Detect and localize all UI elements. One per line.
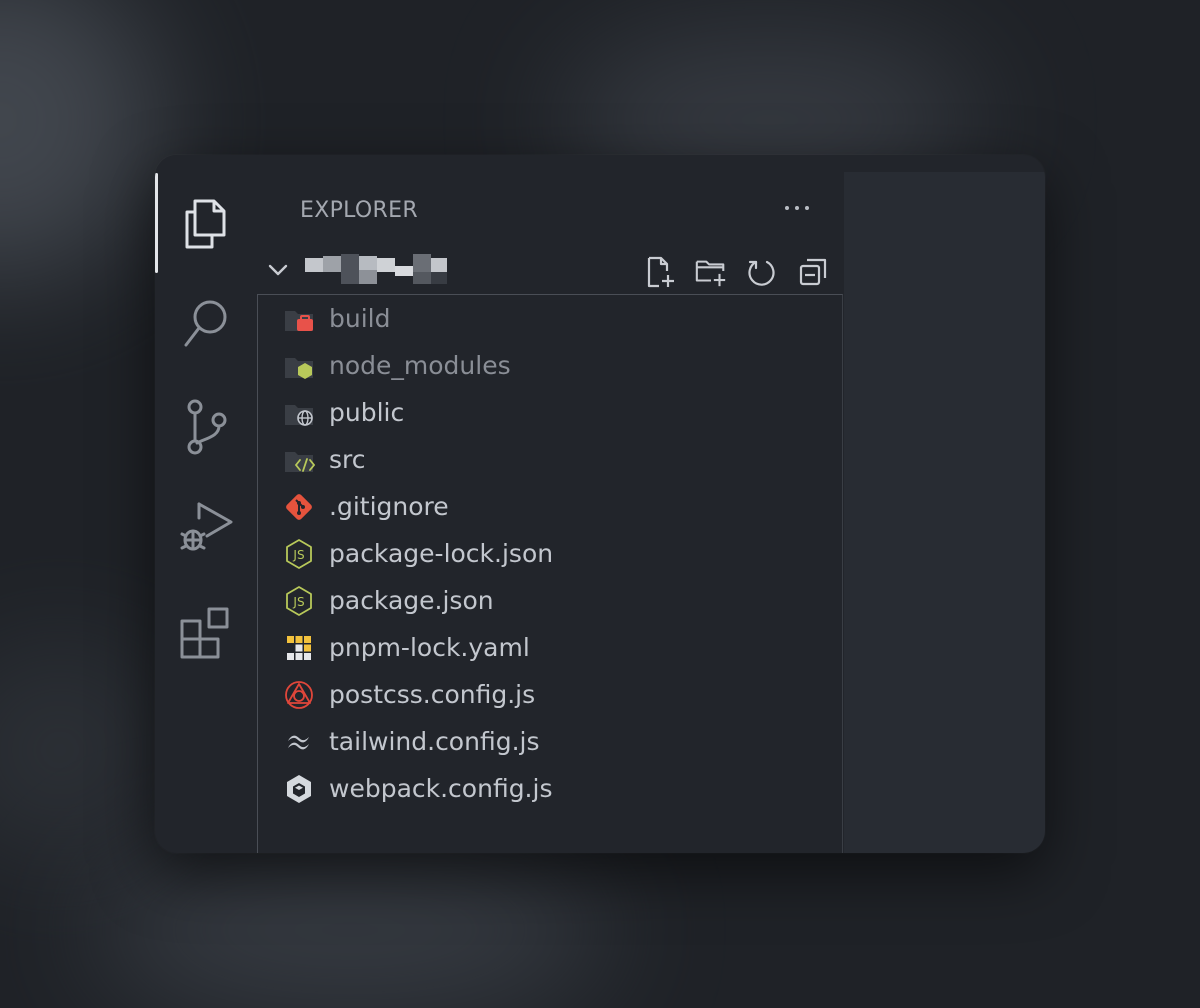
tree-item-webpack-config[interactable]: webpack.config.js xyxy=(258,765,842,812)
activity-search[interactable] xyxy=(155,273,257,373)
tree-item-label: tailwind.config.js xyxy=(329,727,540,756)
collapse-all-icon xyxy=(799,258,827,286)
folder-build-icon xyxy=(283,303,315,335)
tree-item-label: pnpm-lock.yaml xyxy=(329,633,530,662)
tree-item-package-json[interactable]: JS package.json xyxy=(258,577,842,624)
postcss-icon xyxy=(283,679,315,711)
svg-text:JS: JS xyxy=(292,548,304,562)
tree-item-label: .gitignore xyxy=(329,492,449,521)
file-tree: build node_modules public src .gitignore… xyxy=(257,294,843,853)
chevron-down-icon xyxy=(268,264,288,276)
folder-node-icon xyxy=(283,350,315,382)
tree-item-label: build xyxy=(329,304,391,333)
explorer-window: EXPLORER build node_modules public src .… xyxy=(155,155,1045,853)
source-control-icon xyxy=(187,399,227,455)
activity-extensions[interactable] xyxy=(155,583,257,683)
new-folder-icon xyxy=(695,260,726,287)
tree-item-label: src xyxy=(329,445,366,474)
new-folder-button[interactable] xyxy=(694,255,728,289)
tree-item-label: webpack.config.js xyxy=(329,774,553,803)
tailwind-icon xyxy=(283,726,315,758)
tree-item-pnpm-lock-yaml[interactable]: pnpm-lock.yaml xyxy=(258,624,842,671)
tree-item-gitignore[interactable]: .gitignore xyxy=(258,483,842,530)
extensions-icon xyxy=(180,607,229,659)
activity-run-debug[interactable] xyxy=(155,477,257,577)
folder-src-icon xyxy=(283,444,315,476)
tree-item-label: public xyxy=(329,398,405,427)
tree-item-label: package-lock.json xyxy=(329,539,554,568)
more-actions-button[interactable] xyxy=(777,195,817,221)
tree-item-public[interactable]: public xyxy=(258,389,842,436)
ellipsis-icon xyxy=(785,206,789,210)
new-file-button[interactable] xyxy=(643,255,677,289)
workspace-root-row[interactable] xyxy=(257,250,844,292)
refresh-icon xyxy=(748,260,775,286)
tree-item-tailwind-config[interactable]: tailwind.config.js xyxy=(258,718,842,765)
tree-item-node-modules[interactable]: node_modules xyxy=(258,342,842,389)
collapse-all-button[interactable] xyxy=(796,255,830,289)
activity-bar xyxy=(155,155,257,853)
nodejs-icon: JS xyxy=(283,585,315,617)
webpack-icon xyxy=(283,773,315,805)
activity-explorer[interactable] xyxy=(155,173,257,273)
folder-public-icon xyxy=(283,397,315,429)
refresh-button[interactable] xyxy=(744,255,778,289)
tree-item-package-lock-json[interactable]: JS package-lock.json xyxy=(258,530,842,577)
tree-item-src[interactable]: src xyxy=(258,436,842,483)
run-debug-icon xyxy=(180,502,233,551)
activity-source-control[interactable] xyxy=(155,377,257,477)
tree-item-build[interactable]: build xyxy=(258,295,842,342)
ellipsis-dot xyxy=(795,206,799,210)
tree-item-label: package.json xyxy=(329,586,494,615)
tree-item-postcss-config[interactable]: postcss.config.js xyxy=(258,671,842,718)
svg-text:JS: JS xyxy=(292,595,304,609)
workspace-name-obscured xyxy=(305,254,450,284)
nodejs-icon: JS xyxy=(283,538,315,570)
git-icon xyxy=(283,491,315,523)
files-icon xyxy=(185,199,226,249)
search-icon xyxy=(184,300,227,347)
pnpm-icon xyxy=(283,632,315,664)
tree-item-label: node_modules xyxy=(329,351,511,380)
ellipsis-dot xyxy=(805,206,809,210)
sidebar-title: EXPLORER xyxy=(300,198,418,223)
tree-item-label: postcss.config.js xyxy=(329,680,536,709)
new-file-icon xyxy=(647,256,674,288)
editor-area xyxy=(844,172,1045,853)
